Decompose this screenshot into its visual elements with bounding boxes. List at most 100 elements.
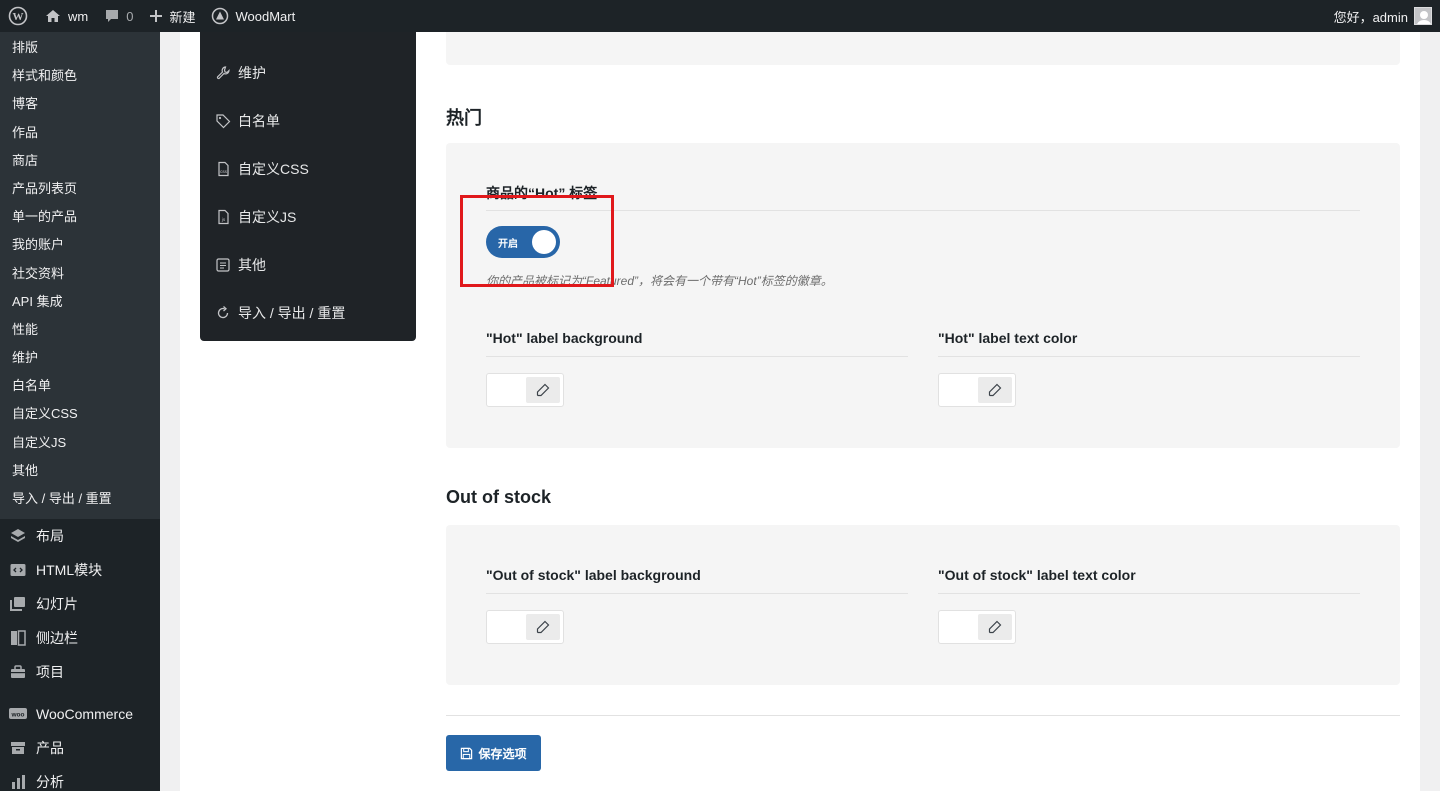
menu-item-projects[interactable]: 项目 — [0, 655, 160, 689]
greeting-text: 您好，admin — [1333, 9, 1408, 25]
hot-text-color-picker[interactable] — [938, 373, 1016, 407]
footer-divider — [446, 715, 1400, 716]
out-of-stock-section-title: Out of stock — [446, 487, 552, 507]
submenu-item[interactable]: API 集成 — [0, 288, 160, 316]
comment-icon — [106, 10, 119, 22]
options-nav-item-maintenance[interactable]: 维护 — [215, 63, 266, 83]
save-label: 保存选项 — [478, 746, 527, 761]
sidebar-icon — [8, 628, 28, 648]
options-nav-item-custom-css[interactable]: css 自定义CSS — [215, 159, 309, 179]
comments-count: 0 — [126, 8, 134, 24]
options-nav-item-whitelist[interactable]: 白名单 — [215, 111, 280, 131]
submenu-item[interactable]: 自定义CSS — [0, 400, 160, 428]
submenu-item[interactable]: 博客 — [0, 90, 160, 118]
menu-item-label: WooCommerce — [36, 706, 133, 723]
misc-icon — [216, 258, 230, 272]
briefcase-icon — [8, 662, 28, 682]
options-nav-label: 白名单 — [238, 113, 280, 129]
layers-icon — [8, 526, 28, 546]
hot-bg-color-picker[interactable] — [486, 373, 564, 407]
theme-settings-submenu: 排版 样式和颜色 博客 作品 商店 产品列表页 单一的产品 我的账户 社交资料 … — [0, 32, 160, 520]
options-nav-item-import-export[interactable]: 导入 / 导出 / 重置 — [215, 303, 345, 323]
admin-bar: W wm 0 新建 WoodMart 您好，admin — [0, 0, 1440, 32]
options-nav-item-misc[interactable]: 其他 — [215, 255, 266, 275]
tag-icon — [216, 114, 231, 129]
comments-link[interactable]: 0 — [96, 0, 141, 32]
slides-icon — [8, 594, 28, 614]
menu-item-html-blocks[interactable]: HTML模块 — [0, 553, 160, 587]
new-content-link[interactable]: 新建 — [141, 0, 203, 32]
highlight-box — [460, 195, 614, 287]
options-nav-label: 维护 — [238, 65, 266, 81]
options-nav: 维护 白名单 css 自定义CSS js 自定义JS 其他 导入 / 导出 / … — [200, 32, 416, 341]
submenu-item[interactable]: 自定义JS — [0, 429, 160, 457]
archive-icon — [8, 738, 28, 758]
out-of-stock-bg-color-picker[interactable] — [486, 610, 564, 644]
woodmart-logo-icon — [212, 7, 229, 25]
menu-item-label: 幻灯片 — [36, 596, 78, 613]
previous-panel — [446, 32, 1400, 65]
hot-text-color-title: "Hot" label text color — [938, 330, 1078, 346]
options-nav-label: 自定义CSS — [238, 161, 309, 177]
menu-item-label: 分析 — [36, 774, 64, 791]
save-icon — [461, 747, 473, 759]
wrench-icon — [216, 66, 230, 80]
options-nav-label: 导入 / 导出 / 重置 — [238, 305, 346, 321]
submenu-item[interactable]: 样式和颜色 — [0, 62, 160, 90]
menu-item-analytics[interactable]: 分析 — [0, 765, 160, 791]
svg-text:W: W — [13, 11, 24, 23]
menu-item-woocommerce[interactable]: woo WooCommerce — [0, 697, 160, 731]
options-nav-label: 自定义JS — [238, 209, 297, 225]
js-file-icon: js — [218, 209, 229, 225]
svg-text:css: css — [220, 169, 228, 174]
out-of-stock-text-color-title: "Out of stock" label text color — [938, 567, 1136, 583]
woocommerce-icon: woo — [8, 704, 28, 724]
css-file-icon: css — [218, 161, 229, 177]
site-name-link[interactable]: wm — [36, 0, 96, 32]
submenu-item[interactable]: 性能 — [0, 316, 160, 344]
woodmart-link[interactable]: WoodMart — [203, 0, 303, 32]
menu-item-products[interactable]: 产品 — [0, 731, 160, 765]
eyedropper-icon[interactable] — [526, 377, 560, 403]
submenu-item[interactable]: 社交资料 — [0, 260, 160, 288]
out-of-stock-bg-title: "Out of stock" label background — [486, 567, 701, 583]
svg-text:woo: woo — [11, 712, 25, 719]
submenu-item[interactable]: 产品列表页 — [0, 175, 160, 203]
eyedropper-icon[interactable] — [526, 614, 560, 640]
submenu-item[interactable]: 导入 / 导出 / 重置 — [0, 485, 160, 513]
new-label: 新建 — [169, 9, 196, 25]
submenu-item[interactable]: 白名单 — [0, 372, 160, 400]
menu-item-label: 产品 — [36, 740, 64, 757]
save-options-button[interactable]: 保存选项 — [446, 735, 541, 771]
chart-icon — [8, 772, 28, 791]
submenu-item[interactable]: 商店 — [0, 147, 160, 175]
account-menu[interactable]: 您好，admin — [1334, 7, 1440, 26]
admin-menu: 排版 样式和颜色 博客 作品 商店 产品列表页 单一的产品 我的账户 社交资料 … — [0, 32, 160, 791]
submenu-item[interactable]: 作品 — [0, 119, 160, 147]
out-of-stock-text-color-picker[interactable] — [938, 610, 1016, 644]
code-block-icon — [8, 560, 28, 580]
woodmart-label: WoodMart — [235, 8, 296, 24]
submenu-item[interactable]: 其他 — [0, 457, 160, 485]
options-nav-label: 其他 — [238, 257, 266, 273]
submenu-item[interactable]: 我的账户 — [0, 231, 160, 259]
options-nav-item-custom-js[interactable]: js 自定义JS — [215, 207, 296, 227]
submenu-item[interactable]: 维护 — [0, 344, 160, 372]
avatar — [1414, 7, 1432, 25]
home-icon — [46, 10, 60, 22]
plus-icon — [150, 10, 163, 22]
menu-item-label: HTML模块 — [36, 562, 103, 579]
hot-section-title: 热门 — [446, 108, 482, 128]
submenu-item[interactable]: 排版 — [0, 34, 160, 62]
menu-item-label: 侧边栏 — [36, 630, 78, 647]
eyedropper-icon[interactable] — [978, 614, 1012, 640]
menu-item-sidebars[interactable]: 侧边栏 — [0, 621, 160, 655]
eyedropper-icon[interactable] — [978, 377, 1012, 403]
menu-item-label: 布局 — [36, 528, 64, 545]
hot-bg-title: "Hot" label background — [486, 330, 643, 346]
submenu-item[interactable]: 单一的产品 — [0, 203, 160, 231]
wordpress-logo-icon[interactable]: W — [0, 0, 36, 32]
out-of-stock-panel — [446, 525, 1400, 685]
menu-item-slides[interactable]: 幻灯片 — [0, 587, 160, 621]
menu-item-layouts[interactable]: 布局 — [0, 519, 160, 553]
